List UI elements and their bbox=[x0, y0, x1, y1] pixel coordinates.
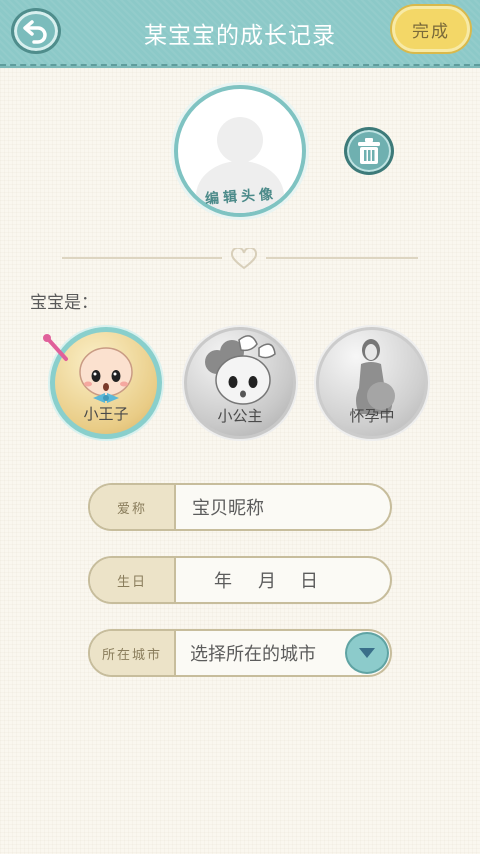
baby-type-prompt: 宝宝是： bbox=[30, 293, 98, 313]
header-bar: 某宝宝的成长记录 完成 bbox=[0, 0, 480, 66]
selected-pin-icon bbox=[43, 334, 68, 361]
nickname-input[interactable]: 宝贝昵称 bbox=[192, 485, 264, 529]
nickname-row: 爱称 宝贝昵称 bbox=[88, 483, 392, 531]
birthday-year-field[interactable]: 年 bbox=[214, 558, 232, 602]
trash-icon bbox=[358, 138, 380, 164]
nickname-label: 爱称 bbox=[90, 485, 176, 529]
divider-left bbox=[62, 257, 222, 259]
birthday-month-field[interactable]: 月 bbox=[258, 558, 276, 602]
choice-label-pregnant: 怀孕中 bbox=[349, 407, 395, 425]
city-label: 所在城市 bbox=[90, 631, 176, 675]
divider-right bbox=[266, 257, 418, 259]
choice-little-princess[interactable]: 小公主 bbox=[184, 327, 296, 439]
city-dropdown-button[interactable] bbox=[345, 632, 389, 674]
city-row[interactable]: 所在城市 选择所在的城市 bbox=[88, 629, 392, 677]
chevron-down-icon bbox=[359, 648, 375, 658]
choice-pregnant[interactable]: 怀孕中 bbox=[316, 327, 428, 439]
heart-icon bbox=[230, 248, 258, 270]
delete-avatar-button[interactable] bbox=[344, 127, 394, 175]
choice-label-princess: 小公主 bbox=[217, 407, 263, 425]
birthday-label: 生日 bbox=[90, 558, 176, 602]
done-button[interactable]: 完成 bbox=[392, 6, 470, 52]
city-select[interactable]: 选择所在的城市 bbox=[190, 631, 316, 675]
birthday-row: 生日 年 月 日 bbox=[88, 556, 392, 604]
birthday-day-field[interactable]: 日 bbox=[300, 558, 318, 602]
avatar-placeholder-head bbox=[217, 117, 263, 163]
choice-label-prince: 小王子 bbox=[83, 405, 129, 423]
